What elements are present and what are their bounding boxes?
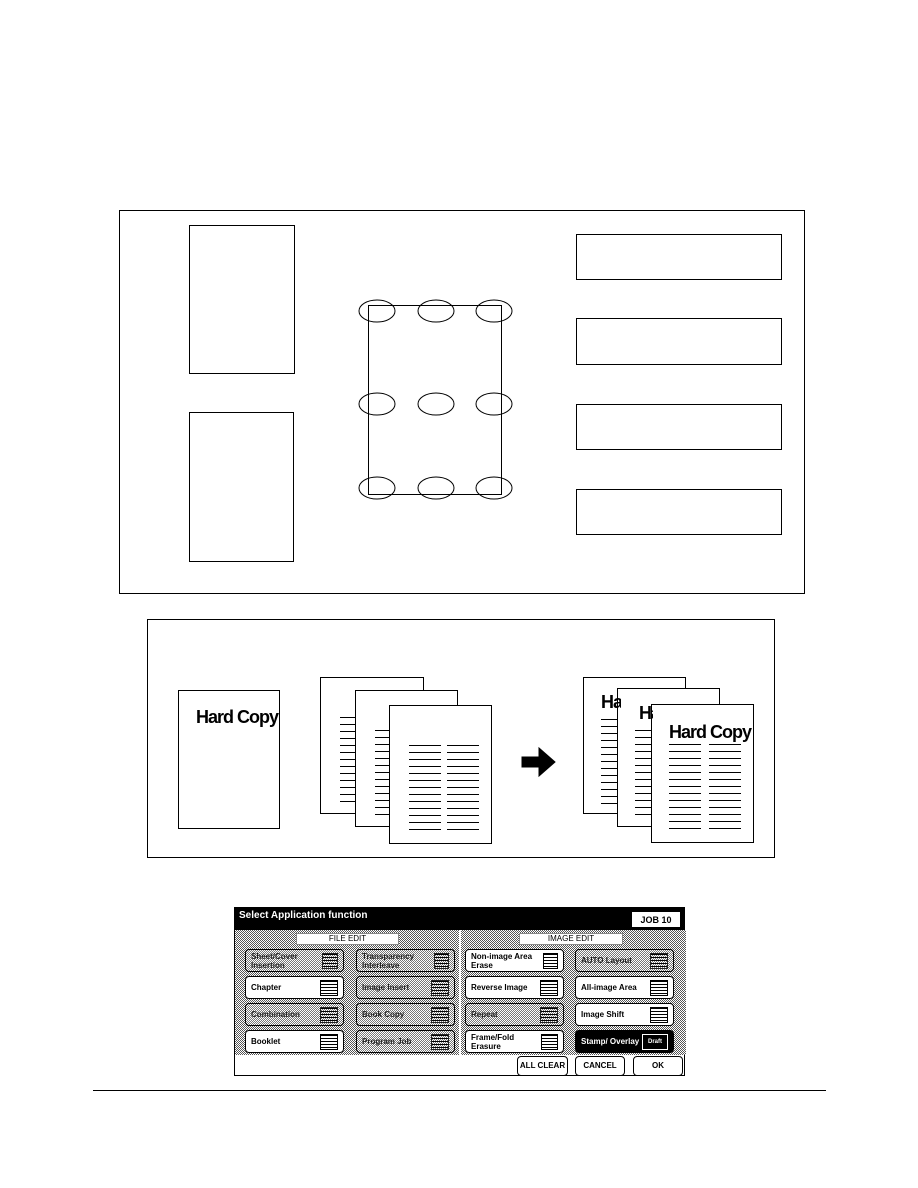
position-top-center — [417, 299, 455, 323]
all-image-area-button[interactable]: All-image Area — [575, 976, 674, 999]
auto-layout-button: AUTO Layout — [575, 949, 674, 972]
arrow-icon — [521, 746, 556, 778]
all-clear-button[interactable]: ALL CLEAR — [517, 1056, 568, 1076]
stamp-overlay-button[interactable]: Stamp/ Overlay Draft — [575, 1030, 674, 1053]
program-job-label: Program Job — [362, 1037, 412, 1046]
output-hard-copy-2: Hard Copy — [639, 703, 653, 723]
image-insert-button: Image Insert — [356, 976, 455, 999]
position-page — [368, 305, 502, 495]
combination-label: Combination — [251, 1010, 300, 1019]
position-bottom-left — [358, 476, 396, 500]
sheet-cover-insertion-label: Sheet/Cover Insertion — [251, 951, 298, 970]
chapter-button[interactable]: Chapter — [245, 976, 344, 999]
image-insert-label: Image Insert — [362, 983, 410, 992]
auto-layout-label: AUTO Layout — [581, 956, 632, 965]
hard-copy-text: Hard Copy — [196, 707, 279, 727]
sheet-cover-insertion-button: Sheet/Cover Insertion — [245, 949, 344, 972]
all-image-area-icon — [650, 979, 668, 996]
manual-page: Hard Copy Hard Copy Hard Copy Hard Copy Se… — [0, 0, 918, 1188]
position-ellipses — [358, 299, 513, 500]
reverse-image-label: Reverse Image — [471, 983, 528, 992]
image-shift-icon — [650, 1006, 668, 1023]
program-job-button: Program Job — [356, 1030, 455, 1053]
figure-1-frame — [119, 210, 805, 594]
position-bottom-center — [417, 476, 455, 500]
book-copy-icon — [431, 1006, 449, 1023]
book-copy-button: Book Copy — [356, 1003, 455, 1026]
panel-title-text: Select Application function — [239, 910, 368, 921]
original-page-2 — [189, 412, 294, 562]
original-page-1 — [189, 225, 295, 374]
frame-fold-erasure-icon — [541, 1033, 558, 1050]
repeat-label: Repeat — [471, 1010, 498, 1019]
chapter-icon — [320, 979, 338, 996]
position-top-left — [358, 299, 396, 323]
result-box-1 — [576, 234, 782, 280]
repeat-icon — [540, 1006, 558, 1023]
image-shift-label: Image Shift — [581, 1010, 625, 1019]
result-box-4 — [576, 489, 782, 535]
position-bottom-right — [475, 476, 513, 500]
non-image-area-erase-button[interactable]: Non-image Area Erase — [465, 949, 564, 972]
combination-button: Combination — [245, 1003, 344, 1026]
output-hard-copy-1: Hard Copy — [601, 692, 621, 712]
panel-title: Select Application function JOB 10 — [235, 908, 684, 930]
application-function-panel: Select Application function JOB 10 FILE … — [234, 907, 686, 1076]
position-top-right — [475, 299, 513, 323]
frame-fold-erasure-label: Frame/Fold Erasure — [471, 1032, 515, 1051]
hard-copy-text-output: Hard Copy — [669, 722, 752, 742]
repeat-button: Repeat — [465, 1003, 564, 1026]
reverse-image-icon — [540, 979, 558, 996]
result-box-3 — [576, 404, 782, 450]
booklet-button[interactable]: Booklet — [245, 1030, 344, 1053]
transparency-interleave-label: Transparency Interleave — [362, 951, 415, 970]
program-job-icon — [431, 1033, 449, 1050]
ok-button[interactable]: OK — [633, 1056, 683, 1076]
image-insert-icon — [431, 979, 449, 996]
all-image-area-label: All-image Area — [581, 983, 637, 992]
book-copy-label: Book Copy — [362, 1010, 405, 1019]
job-indicator: JOB 10 — [631, 911, 681, 928]
auto-layout-icon — [650, 952, 668, 969]
non-image-area-erase-icon — [542, 952, 558, 969]
image-shift-button[interactable]: Image Shift — [575, 1003, 674, 1026]
reverse-image-button[interactable]: Reverse Image — [465, 976, 564, 999]
transparency-interleave-icon — [434, 952, 449, 969]
stamp-overlay-icon: Draft — [642, 1033, 668, 1050]
booklet-label: Booklet — [251, 1037, 281, 1046]
file-edit-label: FILE EDIT — [296, 933, 399, 945]
sheet-cover-insertion-icon — [322, 952, 338, 969]
position-mid-left — [358, 392, 396, 416]
frame-fold-erasure-button[interactable]: Frame/Fold Erasure — [465, 1030, 564, 1053]
combination-icon — [320, 1006, 338, 1023]
booklet-icon — [320, 1033, 338, 1050]
non-image-area-erase-label: Non-image Area Erase — [471, 951, 533, 970]
image-edit-label: IMAGE EDIT — [519, 933, 623, 945]
position-center — [417, 392, 455, 416]
transparency-interleave-button: Transparency Interleave — [356, 949, 455, 972]
stamp-overlay-label: Stamp/ Overlay — [581, 1037, 640, 1046]
position-mid-right — [475, 392, 513, 416]
chapter-label: Chapter — [251, 983, 282, 992]
cancel-button[interactable]: CANCEL — [575, 1056, 625, 1076]
result-box-2 — [576, 318, 782, 365]
copy-stack-before — [320, 677, 492, 844]
